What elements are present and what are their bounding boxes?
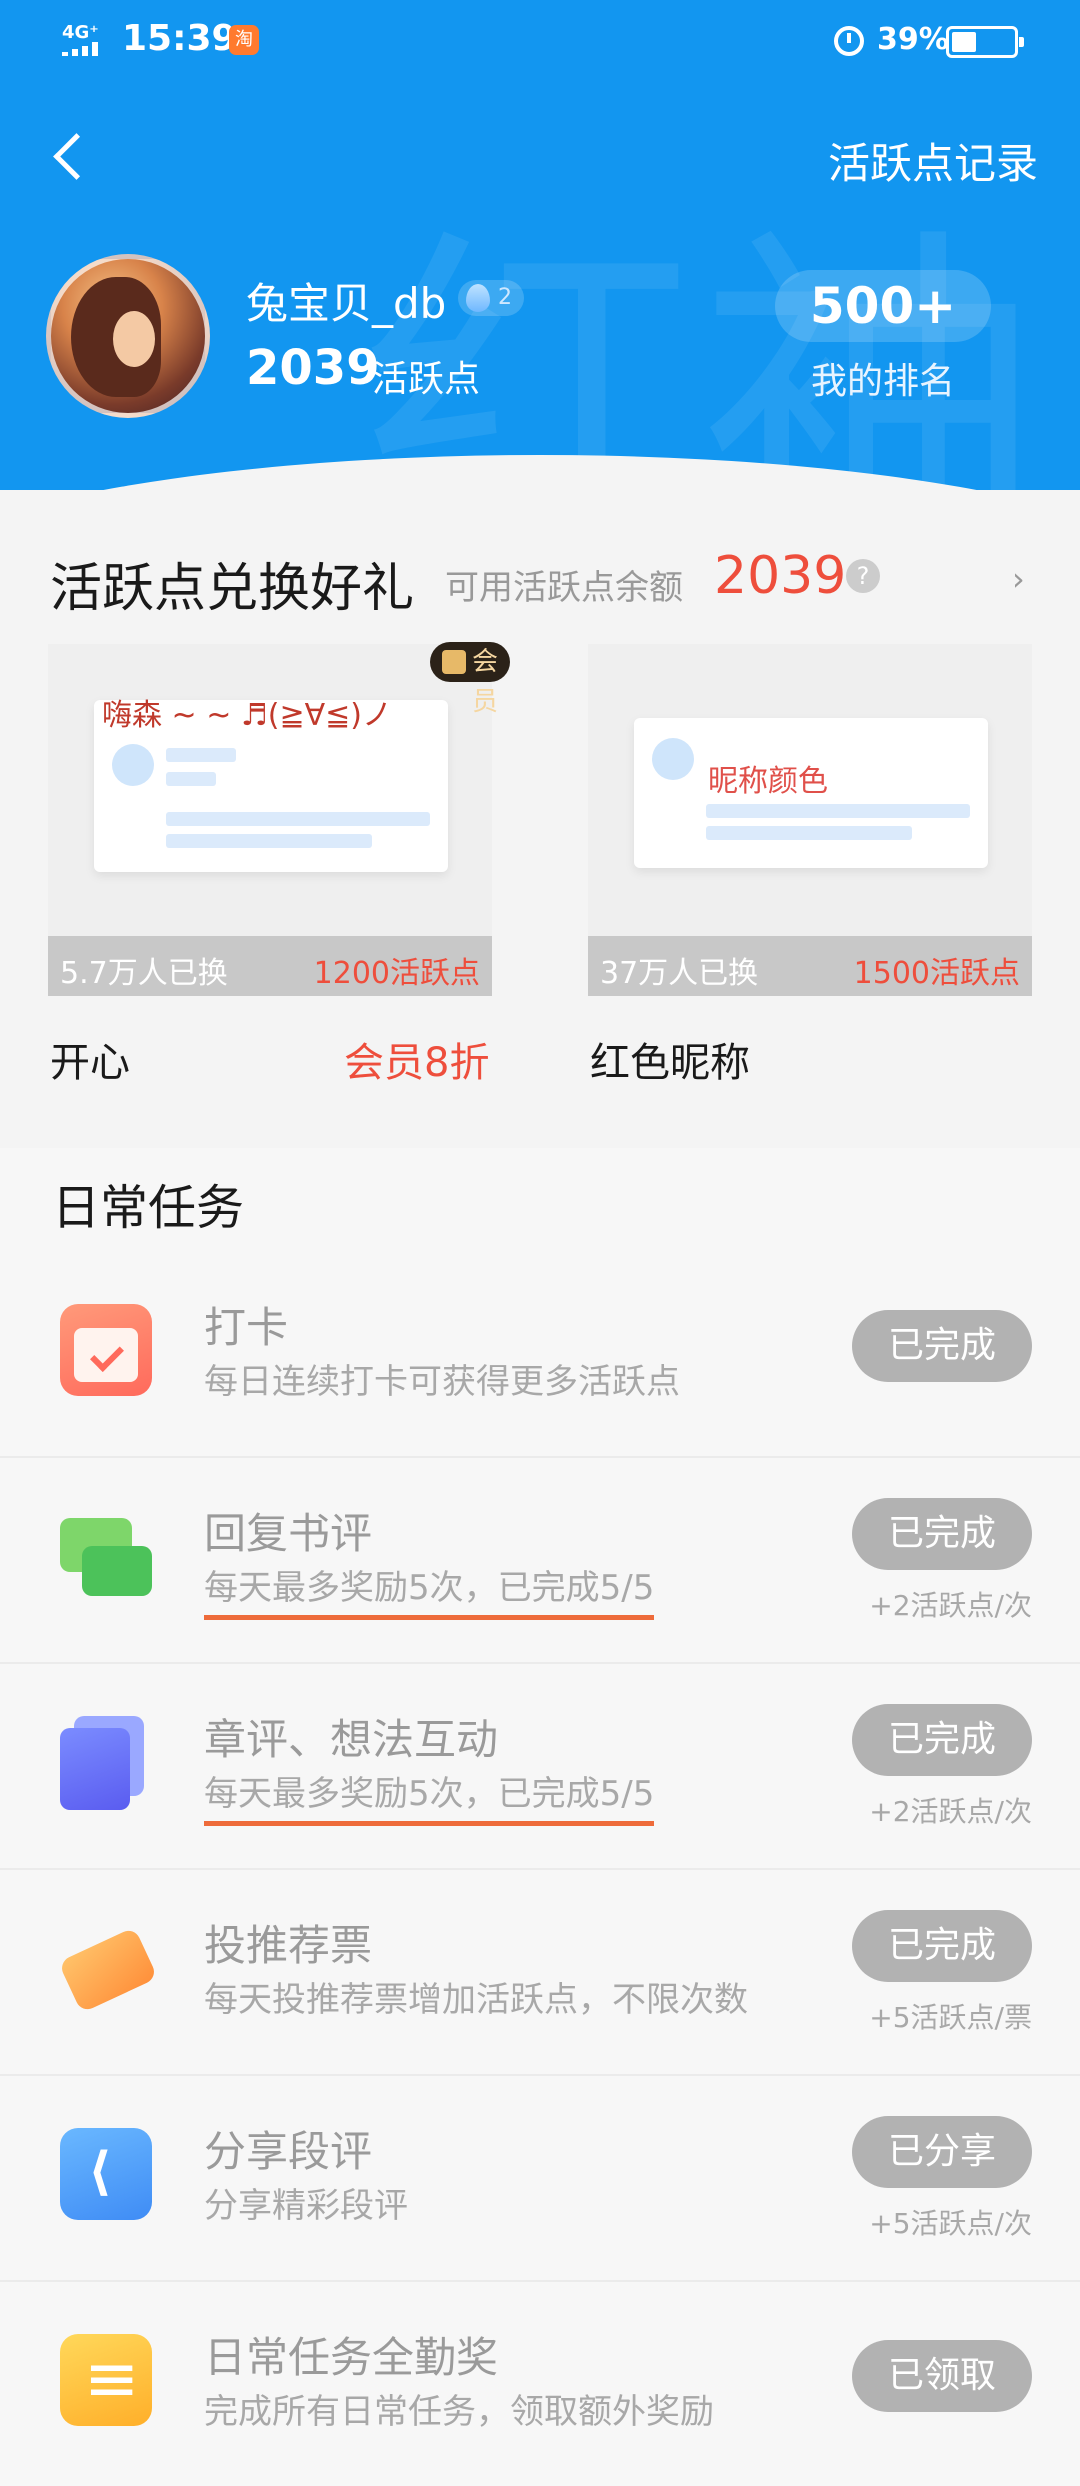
task-desc: 分享精彩段评 — [204, 2186, 408, 2226]
vip-discount: 会员8折 — [344, 1040, 490, 1086]
task-item: 投推荐票 每天投推荐票增加活跃点，不限次数 已完成 +5活跃点/票 — [0, 1872, 1080, 2076]
status-bar: 4G⁺ 15:39 淘 39% — [0, 0, 1080, 80]
level-badge: 2 — [458, 280, 524, 316]
share-icon — [60, 2128, 152, 2220]
chevron-right-icon[interactable]: › — [1012, 560, 1025, 598]
network-indicator: 4G⁺ — [62, 22, 99, 43]
task-title: 投推荐票 — [204, 1921, 373, 1970]
battery-icon — [946, 26, 1024, 58]
rank-label: 我的排名 — [810, 361, 955, 402]
reward-card-happy[interactable]: 嗨森 ~ ~ ♬(≧∀≦)ノ 会员 5.7万人已换 1200活跃点 — [48, 642, 511, 996]
app-notification-icon: 淘 — [229, 25, 259, 55]
task-title: 章评、想法互动 — [204, 1715, 499, 1764]
exchange-cost: 1200活跃点 — [313, 956, 480, 991]
task-title: 打卡 — [204, 1303, 289, 1352]
calendar-check-icon — [60, 1304, 152, 1396]
reward-card-red-nickname[interactable]: 昵称颜色 37万人已换 1500活跃点 — [588, 644, 1032, 996]
exchange-section: 活跃点兑换好礼 可用活跃点余额 2039 ? › 嗨森 ~ ~ ♬(≧∀≦)ノ … — [0, 500, 1080, 1122]
exchange-title: 活跃点兑换好礼 — [50, 559, 415, 619]
document-stack-icon — [60, 1716, 152, 1810]
task-status-button[interactable]: 已完成 — [852, 1704, 1032, 1776]
task-status-button[interactable]: 已完成 — [852, 1910, 1032, 1982]
battery-percent: 39% — [877, 22, 949, 57]
card-preview: 嗨森 ~ ~ ♬(≧∀≦)ノ — [94, 698, 448, 872]
task-desc: 完成所有日常任务，领取额外奖励 — [204, 2392, 714, 2432]
task-item: 回复书评 每天最多奖励5次，已完成5/5 已完成 +2活跃点/次 — [0, 1460, 1080, 1664]
back-button[interactable] — [40, 120, 96, 192]
exchange-cost: 1500活跃点 — [853, 956, 1020, 991]
task-title: 分享段评 — [204, 2127, 373, 2176]
vip-shield-icon — [442, 650, 466, 674]
task-title: 日常任务全勤奖 — [204, 2333, 499, 2382]
chat-bubbles-icon — [60, 1510, 152, 1602]
level-number: 2 — [498, 285, 512, 310]
daily-tasks-section: 日常任务 打卡 每日连续打卡可获得更多活跃点 已完成 回复书评 每天最多奖励5次… — [0, 1148, 1080, 2486]
task-reward: +2活跃点/次 — [869, 1795, 1032, 1828]
task-reward: +5活跃点/票 — [869, 2001, 1032, 2034]
kaomoji-sample: 嗨森 ~ ~ ♬(≧∀≦)ノ — [102, 698, 392, 733]
tasks-title: 日常任务 — [52, 1180, 245, 1236]
task-item: 打卡 每日连续打卡可获得更多活跃点 已完成 — [0, 1254, 1080, 1458]
exchange-count: 5.7万人已换 — [60, 956, 228, 991]
task-desc: 每天最多奖励5次，已完成5/5 — [204, 1560, 655, 1620]
task-item: 章评、想法互动 每天最多奖励5次，已完成5/5 已完成 +2活跃点/次 — [0, 1666, 1080, 1870]
rank-value[interactable]: 500+ — [775, 270, 991, 342]
task-status-button[interactable]: 已分享 — [852, 2116, 1032, 2188]
task-status-button[interactable]: 已完成 — [852, 1310, 1032, 1382]
balance-label: 可用活跃点余额 — [445, 568, 683, 608]
avatar[interactable] — [46, 254, 210, 418]
profile-header: 红袖 4G⁺ 15:39 淘 39% 活跃点记录 兔宝贝_db 2 2039 活… — [0, 0, 1080, 490]
task-desc: 每天投推荐票增加活跃点，不限次数 — [204, 1980, 748, 2020]
task-reward: +2活跃点/次 — [869, 1589, 1032, 1622]
activity-points-value: 2039 — [246, 340, 380, 396]
signal-icon — [62, 42, 110, 56]
task-desc: 每日连续打卡可获得更多活跃点 — [204, 1362, 680, 1402]
checklist-icon — [60, 2334, 152, 2426]
balance-value: 2039 — [714, 546, 847, 606]
ticket-icon — [60, 1922, 152, 2014]
status-time: 15:39 — [122, 18, 237, 59]
vip-badge: 会员 — [430, 642, 511, 717]
task-status-button[interactable]: 已领取 — [852, 2340, 1032, 2412]
card-preview: 昵称颜色 — [634, 718, 988, 868]
task-reward: +5活跃点/次 — [869, 2207, 1032, 2240]
flame-icon — [466, 284, 490, 312]
task-item: 分享段评 分享精彩段评 已分享 +5活跃点/次 — [0, 2078, 1080, 2282]
exchange-count: 37万人已换 — [600, 956, 759, 991]
alarm-icon — [834, 26, 864, 56]
card-footer: 37万人已换 1500活跃点 — [588, 936, 1032, 996]
task-title: 回复书评 — [204, 1509, 373, 1558]
card-footer: 5.7万人已换 1200活跃点 — [48, 936, 492, 996]
task-item: 日常任务全勤奖 完成所有日常任务，领取额外奖励 已领取 — [0, 2284, 1080, 2486]
nickname-color-sample: 昵称颜色 — [708, 764, 828, 799]
task-desc: 每天最多奖励5次，已完成5/5 — [204, 1766, 655, 1826]
username: 兔宝贝_db — [246, 279, 447, 328]
activity-record-link[interactable]: 活跃点记录 — [828, 130, 1038, 191]
reward-name: 红色昵称 — [590, 1040, 750, 1086]
activity-points-label: 活跃点 — [372, 359, 481, 400]
reward-name: 开心 — [50, 1040, 130, 1086]
task-status-button[interactable]: 已完成 — [852, 1498, 1032, 1570]
help-icon[interactable]: ? — [846, 559, 880, 593]
